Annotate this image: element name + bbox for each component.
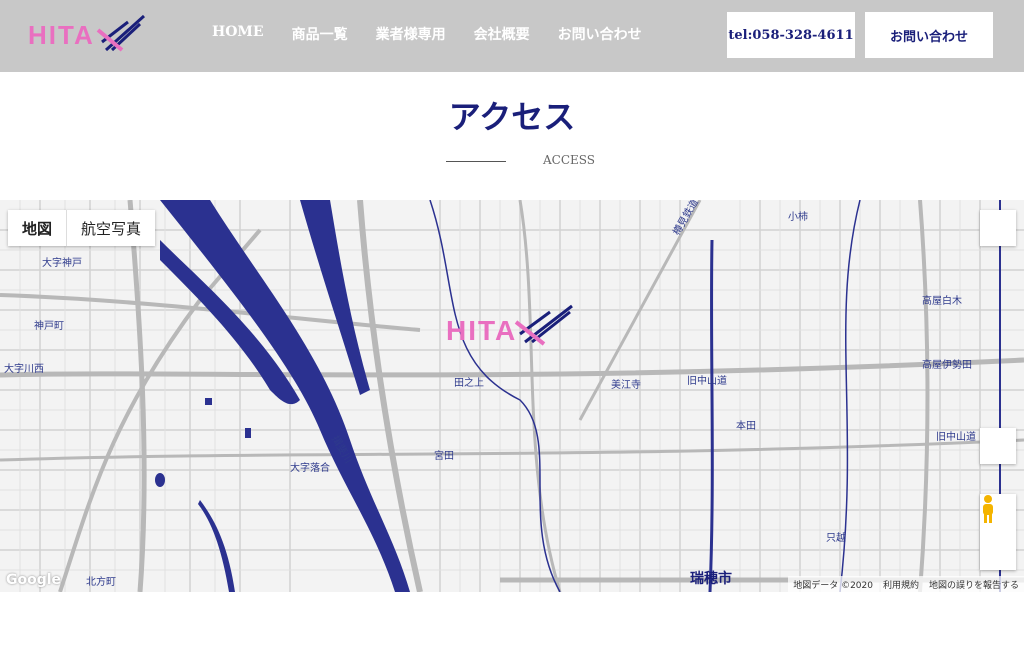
hitax-logo[interactable]: HITA — [28, 12, 148, 58]
section-subtitle: ACCESS — [446, 148, 606, 174]
map-label: 美江寺 — [611, 380, 641, 391]
svg-text:HITA: HITA — [28, 20, 95, 50]
subtitle-divider — [446, 161, 506, 162]
map-attribution: 地図データ ©2020 利用規約 地図の誤りを報告する — [788, 576, 1024, 592]
street-view-pegman-icon[interactable] — [980, 494, 1016, 570]
nav-products[interactable]: 商品一覧 — [292, 24, 348, 44]
fullscreen-button[interactable] — [980, 210, 1016, 246]
map-canvas[interactable]: HITA — [0, 200, 1024, 592]
subtitle-text: ACCESS — [543, 153, 596, 167]
svg-text:HITA: HITA — [446, 315, 517, 346]
nav-home[interactable]: HOME — [212, 24, 264, 44]
map-label: 只越 — [826, 533, 846, 544]
report-error-link[interactable]: 地図の誤りを報告する — [924, 578, 1024, 591]
map-label: 田之上 — [454, 378, 484, 389]
map-label: 大字神戸 — [42, 258, 82, 269]
map-label: 旧中山道 — [687, 376, 727, 387]
page-title: アクセス — [448, 98, 576, 136]
map-label: 宮田 — [434, 451, 454, 462]
map-label: 高屋伊勢田 — [922, 360, 972, 371]
map-label: 小柿 — [788, 212, 808, 223]
attribution-data: 地図データ ©2020 — [793, 580, 873, 591]
terms-link[interactable]: 利用規約 — [878, 578, 924, 591]
map-label: 本田 — [736, 421, 756, 432]
map-tab-satellite[interactable]: 航空写真 — [67, 210, 155, 246]
map-type-control: 地図 航空写真 — [8, 210, 156, 246]
map-tab-map[interactable]: 地図 — [8, 210, 68, 246]
nav-company[interactable]: 会社概要 — [474, 24, 530, 44]
map-label: 神戸町 — [34, 321, 64, 332]
nav-contact[interactable]: お問い合わせ — [558, 24, 642, 44]
map-label: 高屋白木 — [922, 296, 962, 307]
contact-button[interactable]: お問い合わせ — [865, 12, 993, 58]
google-map[interactable]: HITA 大字神戸 神戸町 大字川西 田之上 美江寺 旧中山道 本田 宮田 大字… — [0, 200, 1024, 592]
map-label: 大字落合 — [290, 463, 330, 474]
nav-business[interactable]: 業者様専用 — [376, 24, 446, 44]
map-label: 旧中山道 — [936, 432, 976, 443]
site-header: HITA HOME 商品一覧 業者様専用 会社概要 お問い合わせ tel:058… — [0, 0, 1024, 72]
google-logo[interactable]: Google — [6, 572, 61, 588]
map-label: 北方町 — [86, 577, 116, 588]
map-label-city: 瑞穂市 — [690, 571, 732, 587]
main-nav: HOME 商品一覧 業者様専用 会社概要 お問い合わせ — [212, 24, 670, 44]
tel-button[interactable]: tel:058-328-4611 — [727, 12, 855, 58]
map-label: 大字川西 — [4, 364, 44, 375]
zoom-control[interactable] — [980, 428, 1016, 464]
